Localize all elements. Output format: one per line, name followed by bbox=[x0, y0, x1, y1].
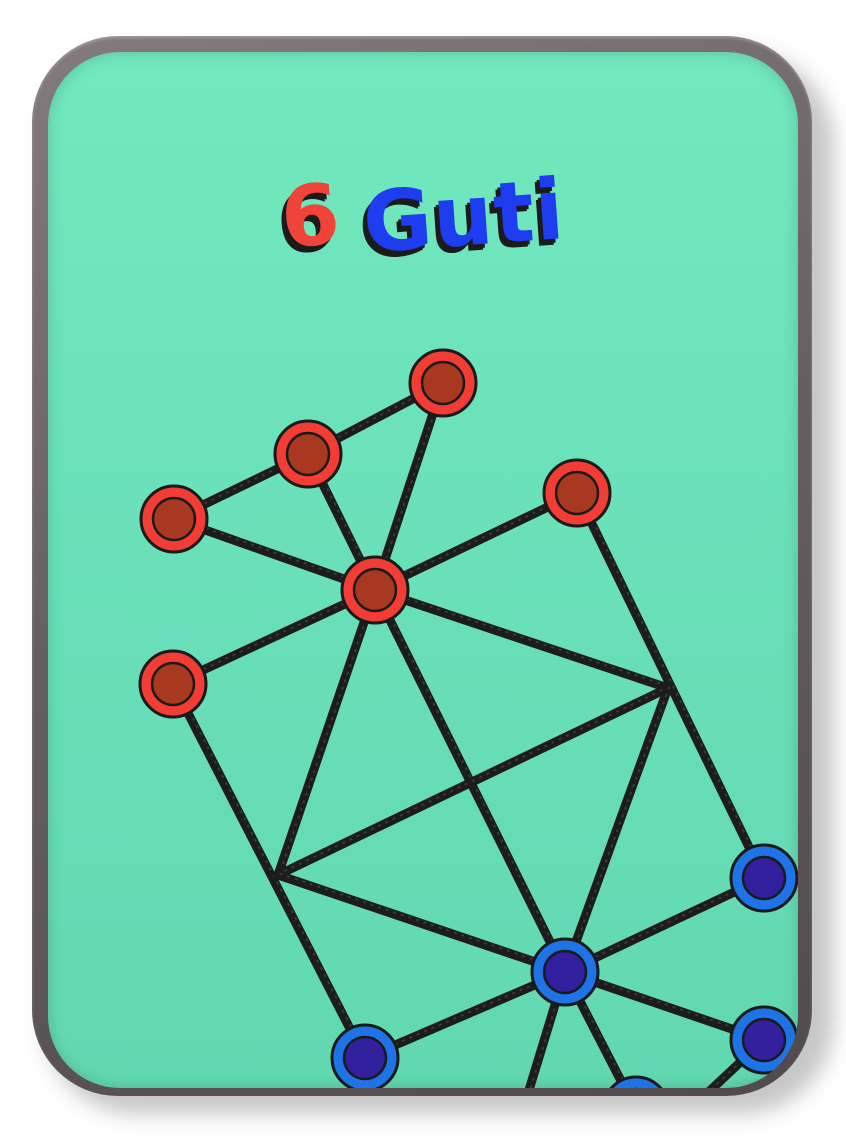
blue-piece-center bbox=[542, 949, 588, 995]
red-piece-6[interactable] bbox=[138, 649, 208, 719]
blue-piece-3[interactable] bbox=[729, 1005, 798, 1075]
red-piece-center bbox=[420, 360, 466, 406]
red-piece-center bbox=[352, 567, 398, 613]
blue-piece-4[interactable] bbox=[330, 1023, 400, 1091]
blue-piece-1[interactable] bbox=[729, 843, 798, 913]
blue-piece-center bbox=[613, 1087, 659, 1088]
blue-piece-center bbox=[741, 1017, 787, 1063]
game-board bbox=[138, 348, 798, 1136]
red-piece-center bbox=[151, 496, 197, 542]
red-piece-4[interactable] bbox=[542, 458, 612, 528]
red-piece-center bbox=[554, 470, 600, 516]
board-line-r6-b4 bbox=[168, 679, 370, 1063]
red-piece-1[interactable] bbox=[408, 348, 478, 418]
game-card-stage: 6 Guti bbox=[0, 0, 846, 1136]
red-piece-5[interactable] bbox=[340, 555, 410, 625]
board-lines bbox=[168, 378, 769, 1088]
blue-piece-2[interactable] bbox=[530, 937, 600, 1007]
red-piece-2[interactable] bbox=[273, 419, 343, 489]
blue-piece-center bbox=[342, 1035, 388, 1081]
red-piece-center bbox=[150, 661, 196, 707]
blue-piece-5[interactable] bbox=[601, 1075, 671, 1136]
blue-piece-center bbox=[741, 855, 787, 901]
red-piece-3[interactable] bbox=[139, 484, 209, 554]
blue-piece-ring bbox=[601, 1075, 671, 1088]
red-piece-center bbox=[285, 431, 331, 477]
